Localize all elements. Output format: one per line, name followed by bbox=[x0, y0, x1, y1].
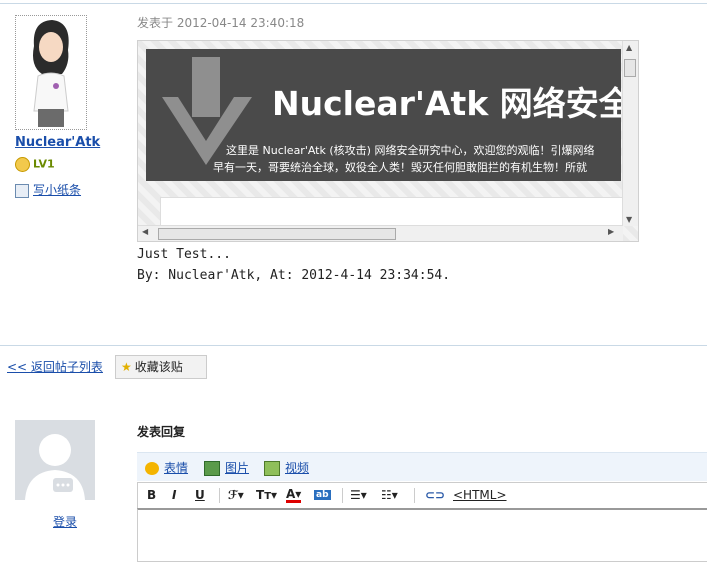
guest-avatar bbox=[15, 420, 95, 500]
message-line: By: Nuclear'Atk, At: 2012-4-14 23:34:54. bbox=[137, 268, 451, 283]
reply-title: 发表回复 bbox=[137, 425, 186, 439]
bold-button[interactable]: B bbox=[147, 488, 156, 502]
reply-editor[interactable] bbox=[137, 508, 707, 562]
video-label[interactable]: 视频 bbox=[285, 461, 309, 475]
format-toolbar: B I U ℱ▾ TT▾ A▾ ab ☰▾ ☷▾ ⊂⊃ <HTML> bbox=[137, 482, 707, 509]
embed-banner: Nuclear'Atk 网络安全研 这里是 Nuclear'Atk (核攻击) … bbox=[146, 49, 621, 181]
author-avatar[interactable] bbox=[15, 15, 87, 130]
scroll-down-icon[interactable]: ▼ bbox=[626, 215, 632, 224]
underline-button[interactable]: U bbox=[195, 488, 205, 502]
vertical-scrollbar[interactable]: ▲ ▼ bbox=[622, 41, 638, 226]
font-size-icon[interactable]: TT▾ bbox=[256, 488, 277, 502]
toolbar-separator bbox=[219, 488, 220, 503]
favorite-label: 收藏该贴 bbox=[134, 360, 183, 374]
login-link[interactable]: 登录 bbox=[53, 513, 77, 530]
media-toolbar: 表情 图片 视频 bbox=[137, 452, 707, 481]
embed-title: Nuclear'Atk 网络安全研 bbox=[272, 84, 621, 123]
video-icon bbox=[264, 461, 280, 476]
link-icon[interactable]: ⊂⊃ bbox=[425, 488, 445, 502]
align-icon[interactable]: ☰▾ bbox=[350, 488, 367, 502]
image-button[interactable]: 图片 bbox=[204, 459, 249, 476]
embed-line-1: 这里是 Nuclear'Atk (核攻击) 网络安全研究中心，欢迎您的观临！引爆… bbox=[226, 144, 595, 157]
embedded-frame[interactable]: Nuclear'Atk 网络安全研 这里是 Nuclear'Atk (核攻击) … bbox=[137, 40, 639, 242]
horizontal-scrollbar[interactable]: ◀ ▶ bbox=[138, 225, 623, 241]
medal-icon bbox=[15, 157, 30, 172]
message-line: Just Test... bbox=[137, 247, 231, 262]
toolbar-separator bbox=[342, 488, 343, 503]
top-divider bbox=[0, 3, 707, 4]
html-mode-link[interactable]: <HTML> bbox=[453, 488, 507, 502]
image-label[interactable]: 图片 bbox=[225, 461, 249, 475]
post-message: Just Test... By: Nuclear'Atk, At: 2012-4… bbox=[137, 244, 450, 286]
author-name-link[interactable]: Nuclear'Atk bbox=[15, 135, 100, 150]
star-icon: ★ bbox=[121, 360, 132, 374]
author-avatar-image bbox=[16, 16, 86, 129]
send-note[interactable]: 写小纸条 bbox=[15, 181, 81, 198]
embed-line-2: 早有一天，哥要统治全球，奴役全人类！毁灭任何胆敢阻拦的有机生物！所就 bbox=[213, 161, 587, 174]
user-level: LV1 bbox=[15, 157, 55, 172]
level-label: LV1 bbox=[33, 157, 55, 171]
italic-button[interactable]: I bbox=[172, 488, 176, 502]
background-color-icon[interactable]: ab bbox=[314, 490, 331, 500]
scroll-right-icon[interactable]: ▶ bbox=[608, 227, 614, 236]
scroll-left-icon[interactable]: ◀ bbox=[142, 227, 148, 236]
horizontal-scroll-thumb[interactable] bbox=[158, 228, 396, 240]
favorite-button[interactable]: ★ 收藏该贴 bbox=[115, 355, 207, 379]
emoticon-label[interactable]: 表情 bbox=[164, 461, 188, 475]
font-family-icon[interactable]: ℱ▾ bbox=[228, 488, 244, 502]
emoticon-button[interactable]: 表情 bbox=[145, 459, 188, 476]
note-icon bbox=[15, 183, 29, 198]
video-button[interactable]: 视频 bbox=[264, 459, 309, 476]
scroll-up-icon[interactable]: ▲ bbox=[626, 43, 632, 52]
send-note-link[interactable]: 写小纸条 bbox=[33, 183, 81, 197]
smiley-icon bbox=[145, 462, 159, 475]
back-to-list-link[interactable]: << 返回帖子列表 bbox=[7, 358, 103, 375]
toolbar-separator bbox=[414, 488, 415, 503]
vertical-scroll-thumb[interactable] bbox=[624, 59, 636, 77]
default-avatar-icon bbox=[15, 420, 95, 500]
font-color-icon[interactable]: A▾ bbox=[286, 488, 302, 503]
list-icon[interactable]: ☷▾ bbox=[381, 488, 398, 502]
section-divider bbox=[0, 345, 707, 346]
image-icon bbox=[204, 461, 220, 476]
post-time: 发表于 2012-04-14 23:40:18 bbox=[137, 16, 305, 30]
